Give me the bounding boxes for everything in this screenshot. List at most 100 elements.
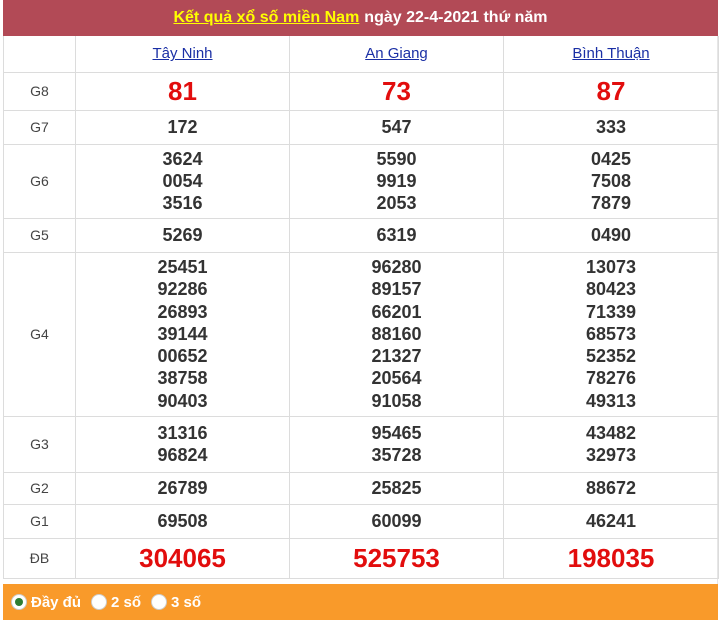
prize-number: 69508 — [157, 510, 208, 531]
prize-label: G8 — [3, 71, 76, 111]
prize-number: 304065 — [139, 542, 226, 573]
province-header-row: Tây Ninh An Giang Bình Thuận — [3, 36, 719, 73]
prize-cell: 0425 7508 7879 — [503, 143, 719, 219]
prize-number: 5269 — [162, 224, 203, 245]
display-options-bar: Đầy đủ 2 số 3 số — [3, 584, 718, 620]
prize-label: G7 — [3, 109, 76, 145]
prize-number: 60099 — [371, 510, 422, 531]
prize-cell: 95465 35728 — [289, 415, 504, 473]
prize-number: 26789 — [157, 477, 208, 498]
prize-number: 21327 — [371, 346, 422, 367]
prize-row: G6 3624 0054 3516 5590 9919 2053 0425 7508 7879 — [3, 143, 719, 219]
prize-number: 0425 — [590, 148, 632, 169]
prize-label: G5 — [3, 217, 76, 253]
prize-number: 6319 — [376, 224, 417, 245]
prize-number: 96280 — [371, 257, 422, 278]
prize-number: 88160 — [371, 323, 422, 344]
prize-row: G2 26789 25825 88672 — [3, 471, 719, 505]
option-full[interactable]: Đầy đủ — [11, 594, 81, 611]
prize-number: 333 — [595, 116, 627, 137]
prize-number: 547 — [381, 116, 412, 137]
prize-number: 89157 — [371, 279, 422, 300]
prize-label: G2 — [3, 471, 76, 505]
prize-number: 88672 — [585, 477, 637, 498]
prize-number: 3624 — [162, 148, 203, 169]
prize-cell: 0490 — [503, 217, 719, 253]
option-2-digits-label: 2 số — [111, 593, 142, 611]
results-title-link[interactable]: Kết quả xổ số miền Nam — [173, 9, 359, 27]
prize-number: 38758 — [157, 368, 208, 389]
prize-number: 26893 — [157, 301, 208, 322]
prize-label: ĐB — [3, 537, 76, 579]
prize-label: G3 — [3, 415, 76, 473]
prize-cell: 304065 — [75, 537, 290, 579]
prize-number: 87 — [596, 75, 626, 106]
prize-row: G8 81 73 87 — [3, 71, 719, 111]
prize-number: 32973 — [585, 445, 637, 465]
prize-number: 172 — [167, 116, 198, 137]
option-2-digits[interactable]: 2 số — [91, 594, 141, 611]
prize-number: 2053 — [376, 193, 417, 214]
prize-cell: 31316 96824 — [75, 415, 290, 473]
prize-number: 198035 — [567, 542, 655, 573]
prize-number: 90403 — [157, 390, 208, 411]
prize-number: 9919 — [376, 170, 417, 191]
radio-2-digits-icon[interactable] — [91, 594, 108, 610]
prize-number: 68573 — [585, 323, 637, 344]
prize-cell: 25825 — [289, 471, 504, 505]
prize-number: 31316 — [157, 422, 208, 443]
prize-number: 95465 — [371, 422, 422, 443]
prize-cell: 547 — [289, 109, 504, 145]
prize-cell: 6319 — [289, 217, 504, 253]
province-link-tay-ninh[interactable]: Tây Ninh — [75, 36, 290, 73]
prize-number: 96824 — [157, 445, 208, 465]
results-title-date: ngày 22-4-2021 thứ năm — [364, 9, 548, 26]
radio-full-icon[interactable] — [11, 594, 27, 610]
prize-number: 0054 — [162, 170, 203, 191]
prize-number: 78276 — [585, 368, 637, 389]
prize-cell: 46241 — [503, 503, 719, 539]
prize-number: 81 — [168, 75, 197, 106]
province-link-an-giang[interactable]: An Giang — [289, 36, 504, 73]
prize-number: 0490 — [590, 224, 632, 245]
prize-number: 13073 — [585, 257, 637, 278]
prize-cell: 69508 — [75, 503, 290, 539]
prize-cell: 96280 89157 66201 88160 21327 20564 91058 — [289, 251, 504, 417]
prize-cell: 172 — [75, 109, 290, 145]
province-link-binh-thuan[interactable]: Bình Thuận — [503, 36, 719, 73]
prize-number: 20564 — [371, 368, 422, 389]
prize-number: 80423 — [585, 279, 637, 300]
prize-number: 43482 — [585, 422, 637, 443]
prize-cell: 333 — [503, 109, 719, 145]
prize-number: 3516 — [162, 193, 203, 214]
prize-number: 00652 — [157, 346, 208, 367]
results-panel: Kết quả xổ số miền Nam ngày 22-4-2021 th… — [0, 0, 719, 620]
prize-number: 7879 — [590, 193, 632, 214]
prize-cell: 26789 — [75, 471, 290, 505]
prize-number: 49313 — [585, 390, 637, 411]
prize-cell: 43482 32973 — [503, 415, 719, 473]
prize-number: 73 — [382, 75, 411, 106]
option-full-label: Đầy đủ — [31, 593, 82, 611]
prize-number: 39144 — [157, 323, 208, 344]
prize-number: 5590 — [376, 148, 417, 169]
prize-cell: 5269 — [75, 217, 290, 253]
prize-cell: 525753 — [289, 537, 504, 579]
prize-cell: 87 — [503, 71, 719, 111]
option-3-digits[interactable]: 3 số — [151, 594, 201, 611]
prize-row: G3 31316 96824 95465 35728 43482 32973 — [3, 415, 719, 473]
header-empty-cell — [3, 36, 76, 73]
prize-number: 66201 — [371, 301, 422, 322]
prize-number: 525753 — [353, 542, 440, 573]
prize-number: 25825 — [371, 477, 422, 498]
prize-cell: 60099 — [289, 503, 504, 539]
prize-number: 71339 — [585, 301, 637, 322]
prize-number: 35728 — [371, 445, 422, 465]
prize-number: 52352 — [585, 346, 637, 367]
prize-number: 92286 — [157, 279, 208, 300]
prize-cell: 13073 80423 71339 68573 52352 78276 49313 — [503, 251, 719, 417]
prize-cell: 5590 9919 2053 — [289, 143, 504, 219]
radio-3-digits-icon[interactable] — [151, 594, 168, 610]
prize-cell: 81 — [75, 71, 290, 111]
prize-row: G1 69508 60099 46241 — [3, 503, 719, 539]
